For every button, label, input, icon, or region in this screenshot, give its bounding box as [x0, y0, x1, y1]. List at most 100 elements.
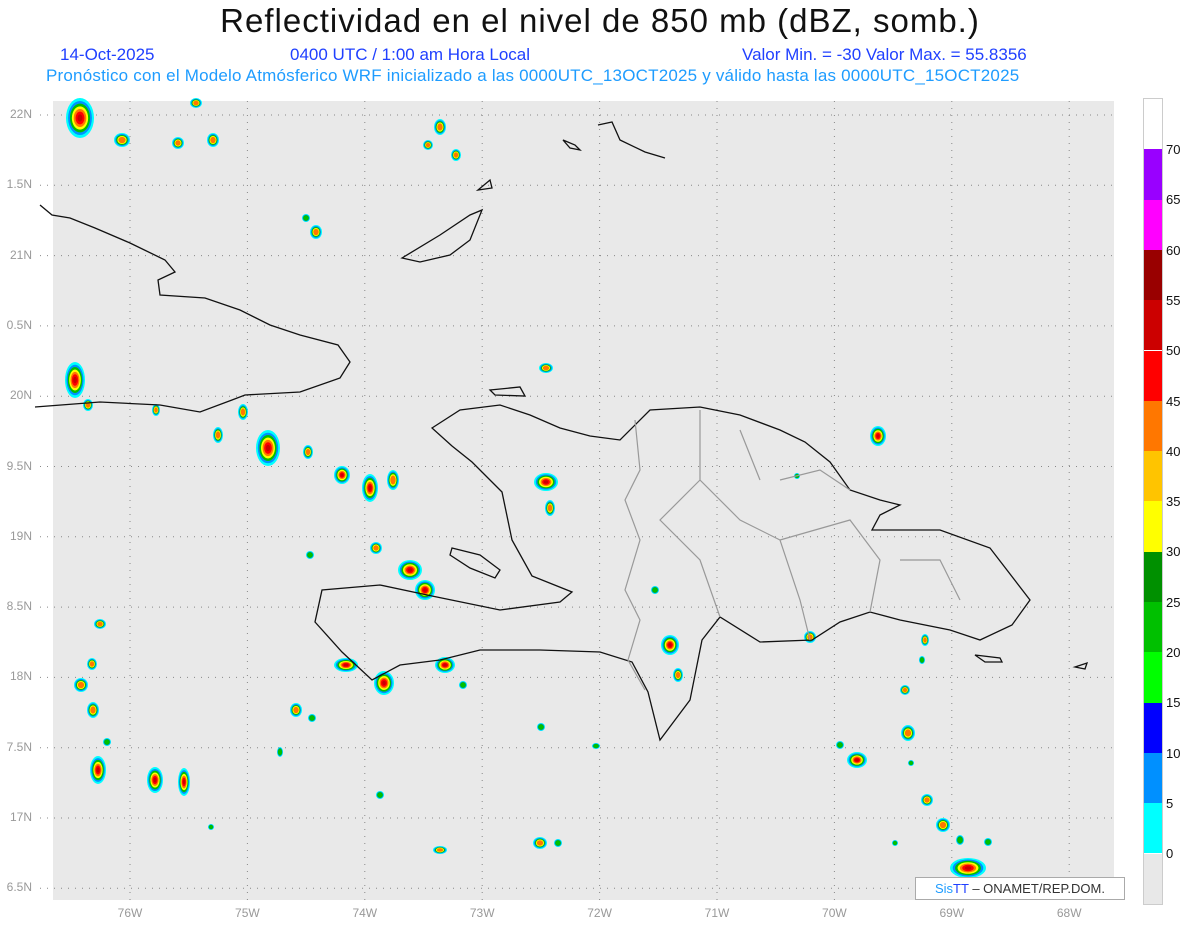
- reflectivity-cell: [545, 500, 555, 516]
- reflectivity-cell: [901, 725, 915, 741]
- reflectivity-cell: [870, 426, 886, 446]
- colorbar-label: 50: [1166, 343, 1181, 359]
- reflectivity-cell: [310, 225, 322, 239]
- colorbar-label: 0: [1166, 846, 1174, 862]
- reflectivity-cell: [114, 133, 130, 147]
- reflectivity-cell: [921, 634, 929, 646]
- colorbar-segment: [1144, 752, 1162, 804]
- longitude-label: 72W: [587, 906, 612, 920]
- reflectivity-cell: [539, 363, 553, 373]
- latitude-label: 17N: [9, 810, 32, 824]
- reflectivity-cell: [374, 671, 394, 695]
- latitude-label: 20N: [9, 388, 32, 403]
- latitude-label: 0.5N: [6, 317, 32, 332]
- reflectivity-cell: [534, 473, 558, 491]
- colorbar-segment: [1144, 350, 1162, 401]
- longitude-label: 71W: [704, 906, 730, 920]
- reflectivity-cell: [334, 658, 358, 672]
- reflectivity-cell: [908, 760, 914, 766]
- longitude-label: 70W: [822, 906, 847, 920]
- reflectivity-cell: [984, 838, 992, 846]
- reflectivity-cell: [94, 619, 106, 629]
- reflectivity-cell: [459, 681, 467, 689]
- reflectivity-cell: [950, 858, 986, 878]
- reflectivity-cell: [451, 149, 461, 161]
- reflectivity-cell: [661, 635, 679, 655]
- colorbar-segment: [1144, 803, 1162, 854]
- reflectivity-cell: [178, 768, 190, 796]
- colorbar-segment: [1144, 853, 1162, 904]
- colorbar-segment: [1144, 99, 1162, 150]
- reflectivity-cell: [673, 668, 683, 682]
- reflectivity-cell: [334, 466, 350, 484]
- latitude-label: 7.5N: [6, 739, 32, 754]
- colorbar-label: 65: [1166, 192, 1181, 208]
- reflectivity-cell: [208, 824, 214, 830]
- reflectivity-cell: [190, 98, 202, 108]
- reflectivity-cell: [66, 98, 94, 138]
- latitude-label: 9.5N: [6, 458, 32, 473]
- reflectivity-cell: [651, 586, 659, 594]
- reflectivity-cell: [537, 723, 545, 731]
- colorbar-segment: [1144, 501, 1162, 552]
- colorbar-label: 25: [1166, 594, 1181, 610]
- latitude-label: 1.5N: [6, 177, 32, 192]
- colorbar-label: 35: [1166, 494, 1181, 510]
- latitude-label: 6.5N: [6, 880, 32, 895]
- reflectivity-cell: [74, 678, 88, 692]
- colorbar-label: 60: [1166, 242, 1181, 258]
- reflectivity-cell: [277, 747, 283, 757]
- longitude-label: 76W: [117, 906, 143, 920]
- colorbar-segment: [1144, 149, 1162, 200]
- reflectivity-cell: [238, 404, 248, 420]
- reflectivity-cell: [65, 362, 85, 398]
- longitude-label: 69W: [939, 906, 965, 920]
- latitude-label: 18N: [9, 669, 32, 684]
- reflectivity-cell: [921, 794, 933, 806]
- colorbar-segment: [1144, 199, 1162, 250]
- logo-sis: Sis: [934, 881, 954, 896]
- reflectivity-cell: [308, 714, 316, 722]
- reflectivity-cell: [836, 741, 844, 749]
- latitude-label: 21N: [9, 247, 32, 262]
- logo-pi: TT: [953, 881, 969, 896]
- colorbar-label: 30: [1166, 544, 1181, 560]
- reflectivity-cell: [434, 119, 446, 135]
- reflectivity-cell: [804, 631, 816, 643]
- reflectivity-cell: [900, 685, 910, 695]
- reflectivity-cell: [83, 399, 93, 411]
- reflectivity-cell: [103, 738, 111, 746]
- reflectivity-cell: [87, 702, 99, 718]
- reflectivity-map: [34, 98, 1114, 900]
- reflectivity-cell: [207, 133, 219, 147]
- reflectivity-cell: [376, 791, 384, 799]
- colorbar-label: 70: [1166, 142, 1181, 157]
- map-background: [53, 101, 1114, 900]
- longitude-label: 75W: [235, 906, 260, 920]
- colorbar-label: 15: [1166, 695, 1181, 711]
- reflectivity-cell: [256, 430, 280, 466]
- reflectivity-cell: [362, 474, 378, 502]
- colorbar: [1143, 98, 1163, 905]
- colorbar-label: 55: [1166, 292, 1181, 308]
- reflectivity-cell: [847, 752, 867, 768]
- latitude-label: 19N: [9, 528, 32, 543]
- reflectivity-cell: [370, 542, 382, 554]
- reflectivity-cell: [387, 470, 399, 490]
- longitude-label: 74W: [352, 906, 378, 920]
- colorbar-label: 20: [1166, 645, 1181, 660]
- reflectivity-cell: [152, 404, 160, 416]
- latitude-label: 22N: [9, 107, 32, 121]
- reflectivity-cell: [398, 560, 422, 580]
- longitude-label: 68W: [1056, 906, 1082, 920]
- reflectivity-cell: [147, 767, 163, 793]
- reflectivity-cell: [87, 658, 97, 670]
- colorbar-segment: [1144, 702, 1162, 753]
- colorbar-segment: [1144, 652, 1162, 703]
- colorbar-label: 10: [1166, 745, 1181, 761]
- reflectivity-cell: [306, 551, 314, 559]
- colorbar-segment: [1144, 602, 1162, 653]
- reflectivity-cell: [172, 137, 184, 149]
- logo-text: – ONAMET/REP.DOM.: [968, 881, 1105, 896]
- sistt-onamet-logo: SisTT – ONAMET/REP.DOM.: [915, 877, 1125, 900]
